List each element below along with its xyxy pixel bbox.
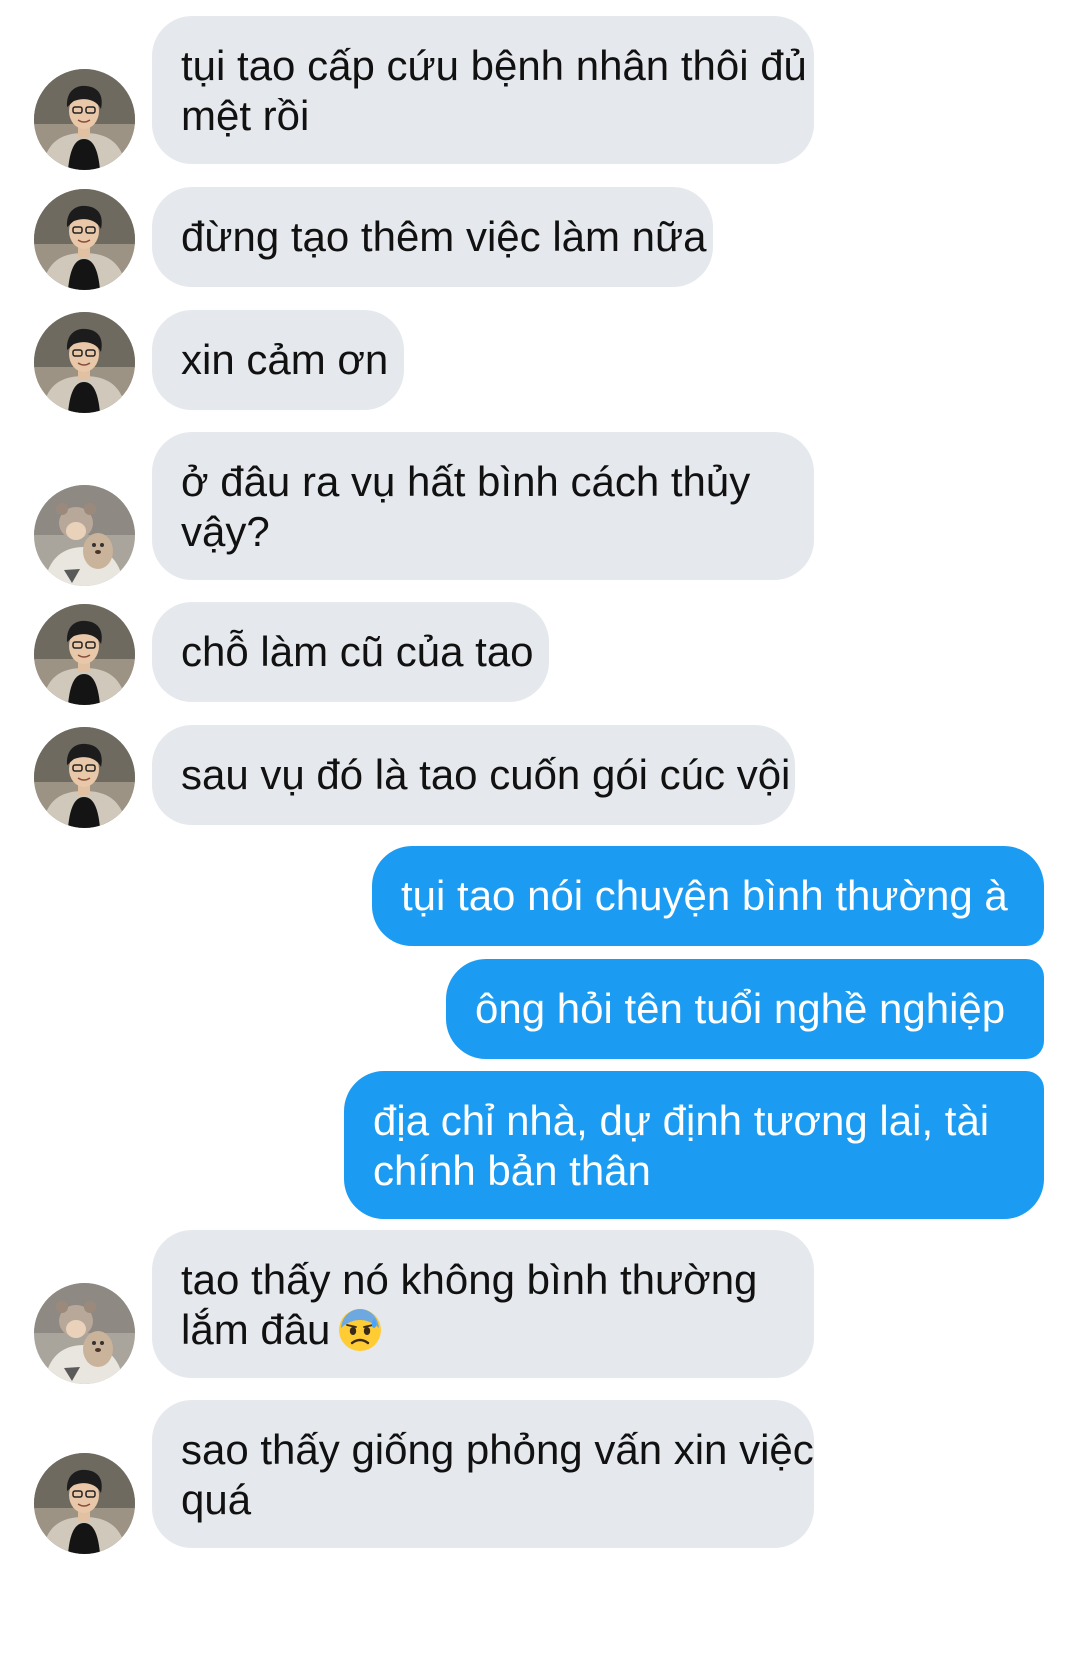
message-text-line: vậy? — [181, 508, 270, 555]
message-text-line: đừng tạo thêm việc làm nữa — [181, 213, 707, 260]
incoming-message-bubble[interactable]: xin cảm ơn — [152, 310, 404, 410]
message-row: sau vụ đó là tao cuốn gói cúc vội — [0, 725, 1080, 828]
message-text: lắm đâu — [181, 1306, 331, 1353]
message-text-line: tụi tao nói chuyện bình thường à — [401, 872, 1008, 919]
message-text-line: tao thấy nó không bình thường — [181, 1256, 758, 1303]
anxious-sweat-face-icon — [336, 1306, 384, 1354]
message-row: ông hỏi tên tuổi nghề nghiệp — [0, 959, 1080, 1059]
incoming-message-bubble[interactable]: ở đâu ra vụ hất bình cách thủy vậy? — [152, 432, 814, 580]
message-text-line: sau vụ đó là tao cuốn gói cúc vội — [181, 751, 791, 798]
avatar[interactable] — [34, 1283, 135, 1384]
message-row: ở đâu ra vụ hất bình cách thủy vậy? — [0, 432, 1080, 586]
outgoing-message-bubble[interactable]: tụi tao nói chuyện bình thường à — [372, 846, 1044, 946]
message-row: sao thấy giống phỏng vấn xin việc quá — [0, 1400, 1080, 1554]
avatar[interactable] — [34, 312, 135, 413]
message-text-line: lắm đâu — [181, 1305, 785, 1355]
message-text-line: quá — [181, 1476, 252, 1523]
incoming-message-bubble[interactable]: đừng tạo thêm việc làm nữa — [152, 187, 713, 287]
outgoing-message-bubble[interactable]: ông hỏi tên tuổi nghề nghiệp — [446, 959, 1044, 1059]
avatar[interactable] — [34, 604, 135, 705]
avatar[interactable] — [34, 727, 135, 828]
avatar[interactable] — [34, 189, 135, 290]
incoming-message-bubble[interactable]: sau vụ đó là tao cuốn gói cúc vội — [152, 725, 795, 825]
incoming-message-bubble[interactable]: chỗ làm cũ của tao — [152, 602, 549, 702]
message-text-line: sao thấy giống phỏng vấn xin việc — [181, 1426, 814, 1473]
incoming-message-bubble[interactable]: tụi tao cấp cứu bệnh nhân thôi đủ mệt rồ… — [152, 16, 814, 164]
message-row: tao thấy nó không bình thường lắm đâu — [0, 1230, 1080, 1384]
avatar[interactable] — [34, 1453, 135, 1554]
message-row: tụi tao cấp cứu bệnh nhân thôi đủ mệt rồ… — [0, 16, 1080, 170]
message-text-line: địa chỉ nhà, dự định tương lai, tài — [373, 1097, 990, 1144]
message-text-line: mệt rồi — [181, 92, 310, 139]
message-row: địa chỉ nhà, dự định tương lai, tài chín… — [0, 1071, 1080, 1219]
message-text-line: chỗ làm cũ của tao — [181, 628, 534, 675]
outgoing-message-bubble[interactable]: địa chỉ nhà, dự định tương lai, tài chín… — [344, 1071, 1044, 1219]
message-text-line: ở đâu ra vụ hất bình cách thủy — [181, 458, 751, 505]
avatar[interactable] — [34, 69, 135, 170]
incoming-message-bubble[interactable]: tao thấy nó không bình thường lắm đâu — [152, 1230, 814, 1378]
message-row: đừng tạo thêm việc làm nữa — [0, 187, 1080, 290]
message-text-line: xin cảm ơn — [181, 336, 389, 383]
message-text-line: ông hỏi tên tuổi nghề nghiệp — [475, 985, 1006, 1032]
message-row: tụi tao nói chuyện bình thường à — [0, 846, 1080, 946]
avatar[interactable] — [34, 485, 135, 586]
incoming-message-bubble[interactable]: sao thấy giống phỏng vấn xin việc quá — [152, 1400, 814, 1548]
message-row: xin cảm ơn — [0, 310, 1080, 413]
message-text-line: chính bản thân — [373, 1147, 651, 1194]
message-row: chỗ làm cũ của tao — [0, 602, 1080, 705]
message-text-line: tụi tao cấp cứu bệnh nhân thôi đủ — [181, 42, 807, 89]
